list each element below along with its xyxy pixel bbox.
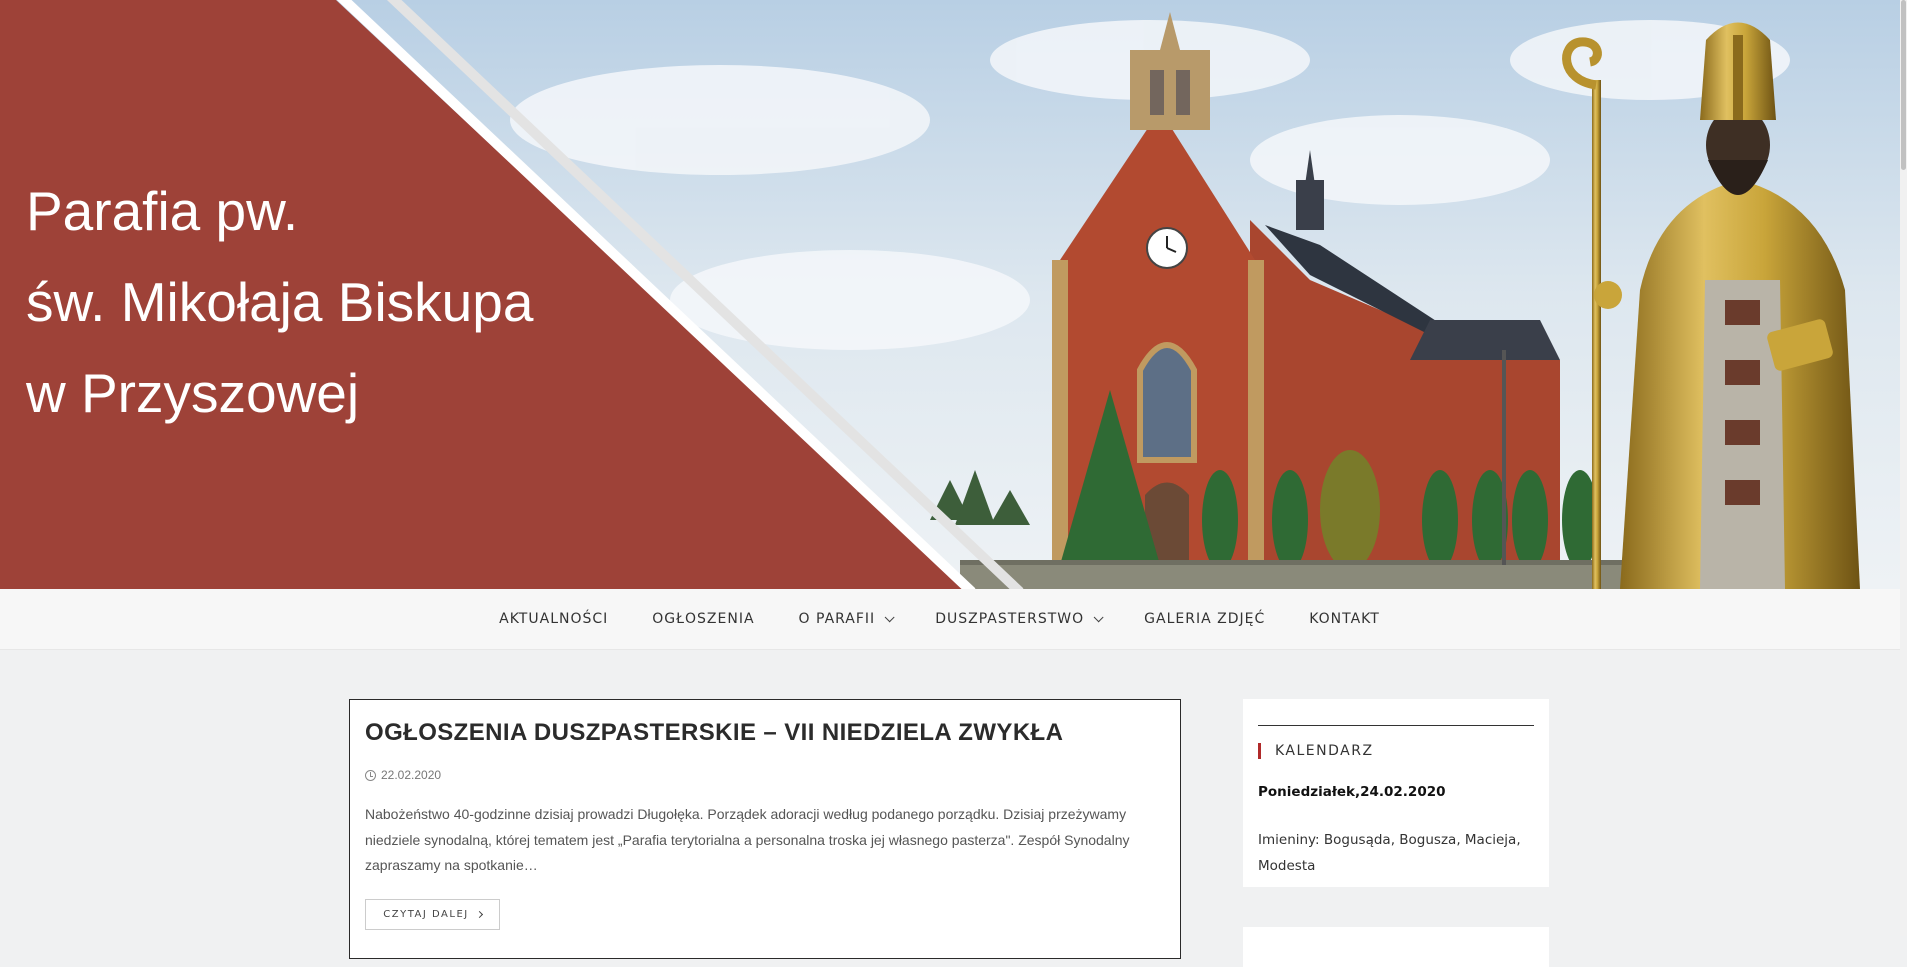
calendar-date: Poniedziałek,24.02.2020	[1258, 784, 1446, 800]
nav-item-aktualnosci[interactable]: AKTUALNOŚCI	[477, 611, 630, 627]
post-meta: 22.02.2020	[365, 768, 441, 782]
calendar-name-days: Imieniny: Bogusąda, Bogusza, Macieja, Mo…	[1258, 832, 1521, 874]
post-title[interactable]: OGŁOSZENIA DUSZPASTERSKIE – VII NIEDZIEL…	[365, 719, 1063, 747]
calendar-widget: KALENDARZ Poniedziałek,24.02.2020 Imieni…	[1243, 699, 1549, 887]
nav-item-duszpasterstwo[interactable]: DUSZPASTERSTWO	[913, 611, 1122, 627]
site-title-line-2: św. Mikołaja Biskupa	[26, 271, 534, 333]
read-more-label: CZYTAJ DALEJ	[383, 909, 469, 920]
site-title-line-1: Parafia pw.	[26, 180, 299, 242]
site-title-line-3: w Przyszowej	[26, 362, 360, 424]
post-excerpt: Nabożeństwo 40-godzinne dzisiaj prowadzi…	[365, 806, 1130, 873]
nav-item-label: OGŁOSZENIA	[652, 611, 755, 627]
widget-divider	[1258, 725, 1534, 726]
site-title[interactable]: Parafia pw. św. Mikołaja Biskupa w Przys…	[26, 166, 533, 439]
post-date: 22.02.2020	[381, 768, 442, 782]
read-more-button[interactable]: CZYTAJ DALEJ	[365, 899, 500, 930]
nav-item-label: O PARAFII	[798, 611, 876, 627]
nav-item-label: DUSZPASTERSTWO	[935, 611, 1085, 627]
nav-item-label: AKTUALNOŚCI	[499, 611, 609, 627]
site-header: Parafia pw. św. Mikołaja Biskupa w Przys…	[0, 0, 1907, 589]
nav-item-ogloszenia[interactable]: OGŁOSZENIA	[630, 611, 776, 627]
nav-item-label: GALERIA ZDJĘĆ	[1144, 611, 1266, 627]
chevron-down-icon	[884, 611, 895, 622]
page-scrollbar[interactable]	[1900, 0, 1907, 936]
chevron-down-icon	[1093, 611, 1104, 622]
scrollbar-thumb[interactable]	[1901, 0, 1906, 170]
chevron-right-icon	[475, 910, 483, 919]
widget-title: KALENDARZ	[1258, 743, 1374, 759]
main-navigation: AKTUALNOŚCI OGŁOSZENIA O PARAFII DUSZPAS…	[0, 589, 1907, 650]
nav-item-kontakt[interactable]: KONTAKT	[1287, 611, 1402, 627]
nav-item-galeria-zdjec[interactable]: GALERIA ZDJĘĆ	[1122, 611, 1287, 627]
post-card: OGŁOSZENIA DUSZPASTERSKIE – VII NIEDZIEL…	[349, 699, 1181, 959]
sidebar-widget-next	[1243, 927, 1549, 967]
clock-icon	[365, 769, 376, 781]
nav-item-o-parafii[interactable]: O PARAFII	[777, 611, 914, 627]
nav-item-label: KONTAKT	[1309, 611, 1380, 627]
